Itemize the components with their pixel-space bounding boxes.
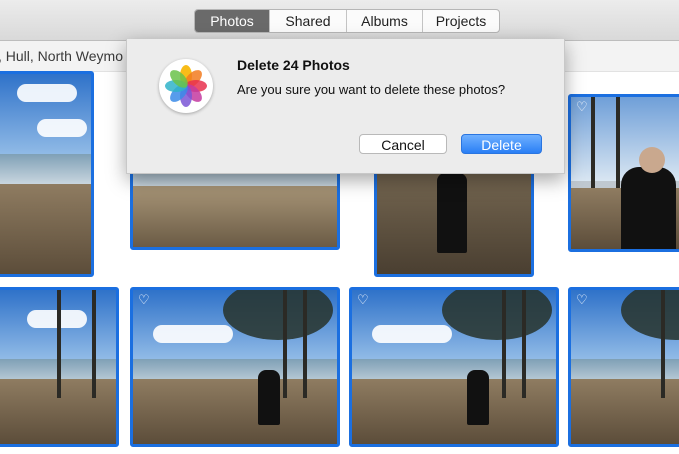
view-tabs: Photos Shared Albums Projects: [194, 9, 500, 33]
heart-icon[interactable]: ♡: [357, 293, 369, 306]
photo-thumbnail[interactable]: ♡: [568, 94, 679, 252]
photo-thumbnail[interactable]: [0, 71, 94, 277]
heart-icon[interactable]: ♡: [138, 293, 150, 306]
photo-thumbnail[interactable]: ♡: [130, 287, 340, 447]
dialog-title: Delete 24 Photos: [237, 57, 350, 73]
tab-projects[interactable]: Projects: [422, 10, 499, 32]
photo-thumbnail[interactable]: ♡: [568, 287, 679, 447]
photo-thumbnail[interactable]: [0, 287, 119, 447]
delete-button[interactable]: Delete: [461, 134, 542, 154]
photos-app-icon: [159, 59, 213, 113]
heart-icon[interactable]: ♡: [576, 100, 588, 113]
tab-photos[interactable]: Photos: [195, 10, 269, 32]
toolbar: Photos Shared Albums Projects: [0, 0, 679, 41]
cancel-button[interactable]: Cancel: [359, 134, 447, 154]
dialog-message: Are you sure you want to delete these ph…: [237, 82, 506, 97]
heart-icon[interactable]: ♡: [576, 293, 588, 306]
delete-confirmation-dialog: Delete 24 Photos Are you sure you want t…: [126, 39, 565, 174]
moment-location[interactable]: , Hull, North Weymo: [0, 48, 123, 64]
photo-thumbnail[interactable]: ♡: [349, 287, 559, 447]
tab-albums[interactable]: Albums: [346, 10, 422, 32]
tab-shared[interactable]: Shared: [269, 10, 346, 32]
